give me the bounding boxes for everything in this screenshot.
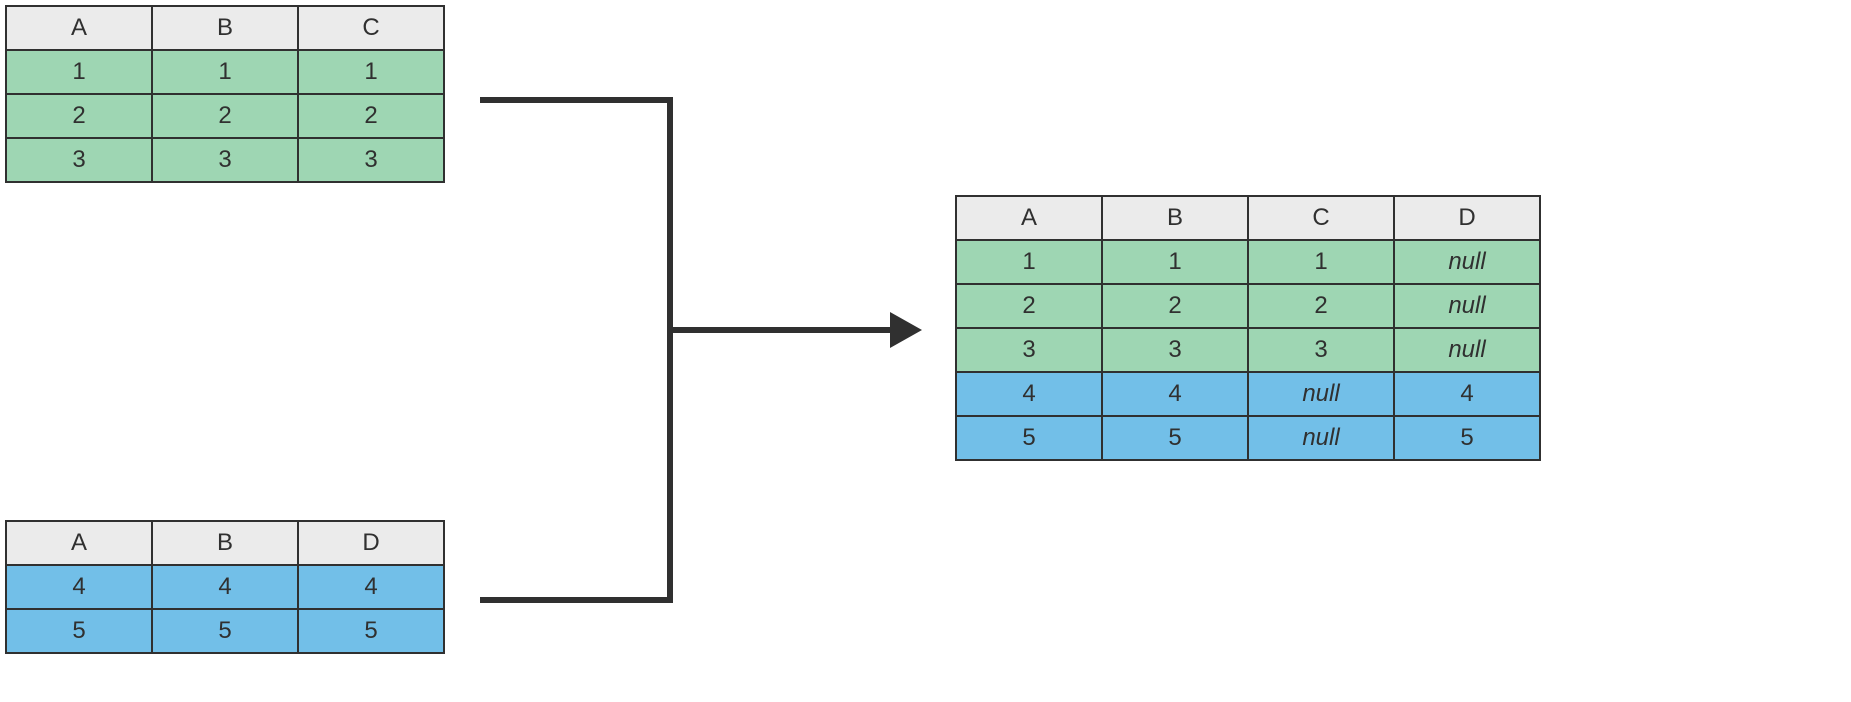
cell: 2 (1102, 284, 1248, 328)
cell: 1 (152, 50, 298, 94)
cell: 4 (152, 565, 298, 609)
cell: 2 (298, 94, 444, 138)
cell: 2 (1248, 284, 1394, 328)
table-row: 3 3 3 (6, 138, 444, 182)
col-header-B: B (152, 6, 298, 50)
col-header-A: A (956, 196, 1102, 240)
col-header-A: A (6, 6, 152, 50)
table-header-row: A B D (6, 521, 444, 565)
col-header-D: D (1394, 196, 1540, 240)
col-header-C: C (298, 6, 444, 50)
cell: 5 (298, 609, 444, 653)
null-cell: null (1394, 328, 1540, 372)
cell: 5 (1394, 416, 1540, 460)
input-table-top: A B C 1 1 1 2 2 2 3 3 3 (5, 5, 445, 183)
merge-arrow-icon (460, 0, 940, 702)
cell: 3 (298, 138, 444, 182)
cell: 5 (152, 609, 298, 653)
cell: 5 (956, 416, 1102, 460)
table-row: 5 5 5 (6, 609, 444, 653)
col-header-D: D (298, 521, 444, 565)
cell: 4 (1394, 372, 1540, 416)
cell: 1 (6, 50, 152, 94)
cell: 1 (298, 50, 444, 94)
null-cell: null (1248, 372, 1394, 416)
col-header-C: C (1248, 196, 1394, 240)
table-header-row: A B C D (956, 196, 1540, 240)
table-row: 2 2 2 (6, 94, 444, 138)
cell: 3 (1248, 328, 1394, 372)
input-table-bottom: A B D 4 4 4 5 5 5 (5, 520, 445, 654)
cell: 1 (1102, 240, 1248, 284)
table-row: 5 5 null 5 (956, 416, 1540, 460)
cell: 2 (6, 94, 152, 138)
cell: 4 (298, 565, 444, 609)
cell: 3 (152, 138, 298, 182)
null-cell: null (1394, 240, 1540, 284)
table-row: 1 1 1 null (956, 240, 1540, 284)
cell: 1 (1248, 240, 1394, 284)
cell: 2 (152, 94, 298, 138)
cell: 2 (956, 284, 1102, 328)
cell: 3 (1102, 328, 1248, 372)
cell: 1 (956, 240, 1102, 284)
null-cell: null (1248, 416, 1394, 460)
cell: 4 (1102, 372, 1248, 416)
table-row: 3 3 3 null (956, 328, 1540, 372)
cell: 3 (6, 138, 152, 182)
cell: 3 (956, 328, 1102, 372)
null-cell: null (1394, 284, 1540, 328)
col-header-A: A (6, 521, 152, 565)
cell: 5 (6, 609, 152, 653)
cell: 4 (956, 372, 1102, 416)
col-header-B: B (1102, 196, 1248, 240)
arrowhead-icon (890, 312, 922, 348)
cell: 5 (1102, 416, 1248, 460)
table-header-row: A B C (6, 6, 444, 50)
table-row: 4 4 4 (6, 565, 444, 609)
table-row: 4 4 null 4 (956, 372, 1540, 416)
result-table: A B C D 1 1 1 null 2 2 2 null 3 3 3 null… (955, 195, 1541, 461)
table-row: 2 2 2 null (956, 284, 1540, 328)
table-row: 1 1 1 (6, 50, 444, 94)
cell: 4 (6, 565, 152, 609)
col-header-B: B (152, 521, 298, 565)
